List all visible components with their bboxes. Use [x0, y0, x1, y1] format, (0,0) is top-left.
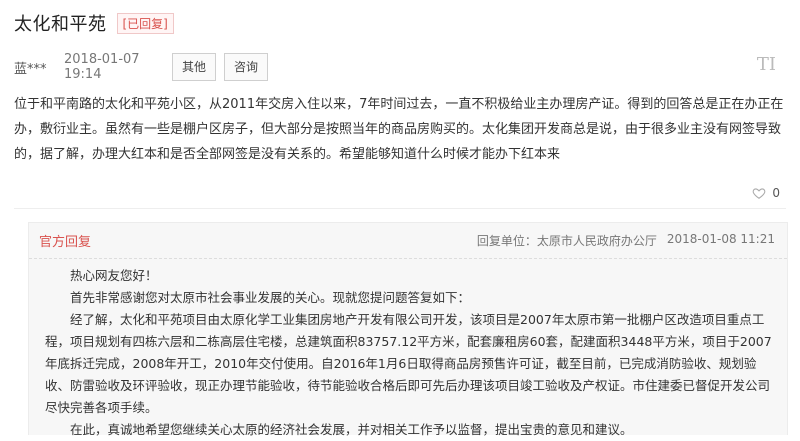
category-consult-button[interactable]: 咨询 [224, 53, 269, 81]
reply-header: 官方回复 回复单位：太原市人民政府办公厅 2018-01-08 11:21 [29, 223, 787, 259]
reply-time: 2018-01-08 11:21 [666, 232, 775, 246]
question-meta: 蓝*** 2018-01-07 19:14 其他 咨询 [14, 52, 276, 82]
question-time: 2018-01-07 19:14 [64, 52, 140, 82]
category-other-button[interactable]: 其他 [172, 53, 217, 81]
page-header: 太化和平苑 [已回复] [14, 10, 174, 36]
reply-paragraph: 经了解，太化和平苑项目由太原化学工业集团房地产开发有限公司开发，该项目是2007… [45, 312, 772, 415]
like-control[interactable]: 0 [752, 186, 780, 200]
divider [14, 208, 786, 209]
official-reply: 官方回复 回复单位：太原市人民政府办公厅 2018-01-08 11:21 热心… [28, 222, 788, 437]
heart-icon[interactable] [752, 186, 766, 200]
like-count: 0 [772, 186, 780, 200]
status-badge: [已回复] [116, 12, 174, 34]
font-size-icon[interactable]: TI [757, 54, 776, 75]
page-title: 太化和平苑 [14, 14, 107, 35]
reply-body: 热心网友您好！ 首先非常感谢您对太原市社会事业发展的关心。现就您提问题答复如下：… [45, 265, 775, 441]
question-user: 蓝*** [14, 61, 47, 77]
reply-paragraph: 热心网友您好！ [70, 268, 158, 283]
reply-meta: 回复单位：太原市人民政府办公厅 2018-01-08 11:21 [477, 232, 775, 249]
reply-paragraph: 在此，真诚地希望您继续关心太原的经济社会发展，并对相关工作予以监督，提出宝贵的意… [70, 422, 633, 437]
reply-unit: 回复单位：太原市人民政府办公厅 [476, 234, 657, 248]
reply-paragraph: 首先非常感谢您对太原市社会事业发展的关心。现就您提问题答复如下： [70, 290, 471, 305]
official-reply-label: 官方回复 [39, 235, 92, 250]
question-content: 位于和平南路的太化和平苑小区，从2011年交房入住以来，7年时间过去，一直不积极… [14, 97, 784, 162]
